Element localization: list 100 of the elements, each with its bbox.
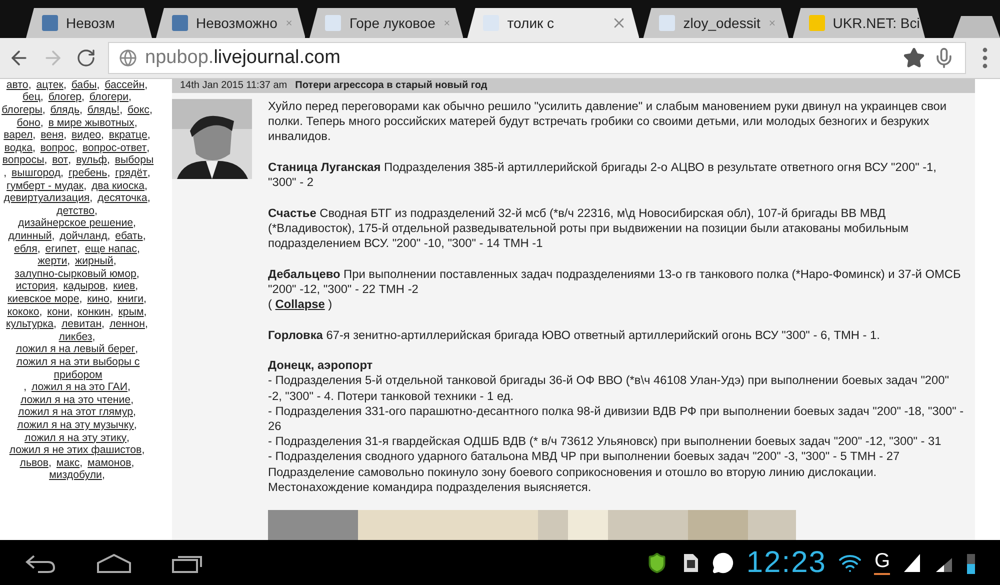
home-icon[interactable] xyxy=(96,552,132,574)
new-tab-button[interactable] xyxy=(953,16,1000,38)
tag-link[interactable]: бабы xyxy=(71,78,97,92)
tag-link[interactable]: ложил я на это чтение xyxy=(20,394,131,406)
browser-tab[interactable]: Невозможно xyxy=(156,8,306,38)
tag-separator: , xyxy=(134,116,138,129)
tag-link[interactable]: египет xyxy=(45,242,78,256)
tag-link[interactable]: киевское море xyxy=(8,292,80,306)
tag-link[interactable]: левитан xyxy=(61,318,102,331)
tag-link[interactable]: ацтек xyxy=(36,78,64,92)
tag-link[interactable]: водка xyxy=(4,142,32,154)
tag-separator: , xyxy=(74,142,78,154)
tag-link[interactable]: гребень xyxy=(68,167,108,180)
tag-link[interactable]: вышгород xyxy=(12,167,61,180)
tag-separator: , xyxy=(70,306,73,318)
tag-link[interactable]: крым xyxy=(118,306,144,318)
tag-link[interactable]: бокс xyxy=(127,104,150,117)
clock: 12:23 xyxy=(746,546,826,580)
tag-link[interactable]: блядь xyxy=(50,104,80,117)
tag-separator: , xyxy=(54,318,56,330)
tag-link[interactable]: выборы xyxy=(114,154,154,168)
tag-link[interactable]: кококо xyxy=(7,306,40,318)
menu-icon[interactable] xyxy=(982,46,988,69)
tag-link[interactable]: вопросы xyxy=(2,154,44,168)
url-text: livejournal.com xyxy=(214,46,340,69)
tag-link[interactable]: веня xyxy=(40,129,64,142)
tag-link[interactable]: бец xyxy=(22,91,40,104)
tag-link[interactable]: дойчланд xyxy=(60,230,108,243)
tag-link[interactable]: мамонов xyxy=(88,456,132,470)
tag-link[interactable]: миздобули xyxy=(49,469,102,482)
collapse-link[interactable]: Collapse xyxy=(275,297,325,312)
tag-link[interactable]: десяточка xyxy=(98,192,148,205)
tag-link[interactable]: еще напас xyxy=(84,242,137,256)
browser-tab[interactable]: zloy_odessit xyxy=(643,8,789,38)
address-field[interactable]: npubop.livejournal.com xyxy=(108,42,966,74)
tag-link[interactable]: вопрос xyxy=(40,142,75,154)
tag-link[interactable]: леннон xyxy=(109,318,145,331)
tag-link[interactable]: ложил я на эту этику xyxy=(24,432,126,444)
tag-link[interactable]: дизайнерское решение xyxy=(18,217,134,230)
tag-link[interactable]: боно xyxy=(16,116,40,130)
tag-link[interactable]: макс xyxy=(56,456,80,470)
tag-link[interactable]: ложил я на левый берег xyxy=(16,343,136,356)
tag-link[interactable]: ебля xyxy=(14,242,38,256)
tag-link[interactable]: кадыров xyxy=(63,280,106,293)
tag-link[interactable]: кони xyxy=(47,306,70,318)
tag-link[interactable]: длинный xyxy=(8,230,52,243)
tag-link[interactable]: ложил я не этих фашистов xyxy=(9,444,142,457)
tag-link[interactable]: книги xyxy=(117,292,144,306)
tag-link[interactable]: блядь! xyxy=(87,104,120,117)
tag-link[interactable]: кино xyxy=(87,292,110,306)
tag-link[interactable]: культурка xyxy=(6,318,54,331)
tag-separator: , xyxy=(126,432,130,444)
tag-separator: , xyxy=(127,381,130,394)
tag-link[interactable]: львов xyxy=(20,456,48,470)
tag-separator: , xyxy=(149,104,152,116)
tag-link[interactable]: жерти xyxy=(38,255,68,268)
tag-separator: , xyxy=(113,255,116,268)
reload-icon[interactable] xyxy=(76,48,96,68)
tag-separator: , xyxy=(135,343,138,356)
browser-tab[interactable]: толик с xyxy=(467,8,640,38)
tag-link[interactable]: девиртуализация xyxy=(4,192,90,205)
tag-link[interactable]: блогери xyxy=(89,91,129,104)
tag-link[interactable]: бассейн xyxy=(104,78,145,92)
tag-link[interactable]: авто xyxy=(6,78,28,92)
tag-link[interactable]: грядёт xyxy=(115,167,148,180)
tag-link[interactable]: ложил я на это ГАИ xyxy=(31,381,128,394)
tag-link[interactable]: ликбез xyxy=(58,330,92,344)
tag-link[interactable]: ложил я на эту музычку xyxy=(17,418,134,432)
tag-link[interactable]: вкратце xyxy=(108,129,148,142)
tag-link[interactable]: жирный xyxy=(75,255,114,268)
tag-separator: , xyxy=(144,78,148,91)
tag-link[interactable]: видео xyxy=(71,129,101,142)
browser-tab[interactable]: Горе луковое xyxy=(309,8,464,38)
tag-link[interactable]: два киоска xyxy=(91,180,144,192)
tag-link[interactable]: ложил я на этот глямур xyxy=(18,406,133,419)
tag-link[interactable]: история xyxy=(16,280,56,293)
tag-link[interactable]: киев xyxy=(113,280,136,293)
tag-link[interactable]: залупно-сырковый юмор xyxy=(14,268,136,280)
tag-separator: , xyxy=(32,142,36,154)
tag-link[interactable]: блогеры xyxy=(2,104,42,117)
browser-tab[interactable]: Невозм xyxy=(26,8,152,38)
tag-link[interactable]: ебать xyxy=(115,230,143,243)
tag-separator: , xyxy=(64,129,67,142)
tag-link[interactable]: гумберт - мудак xyxy=(6,180,84,192)
tag-link[interactable]: блогер xyxy=(48,91,82,104)
browser-tab[interactable]: UKR.NET: Всі xyxy=(792,8,926,38)
tag-link[interactable]: детство xyxy=(56,204,95,218)
tag-link[interactable]: вульф xyxy=(76,154,107,168)
tag-link[interactable]: варел xyxy=(4,129,33,142)
tag-separator: , xyxy=(106,154,110,166)
parenthesis: ( xyxy=(268,297,272,312)
tag-separator: , xyxy=(90,192,93,204)
tag-link[interactable]: вопрос-ответ xyxy=(82,142,147,154)
tag-link[interactable]: в мире жывотных xyxy=(48,116,134,130)
star-icon[interactable] xyxy=(903,46,925,69)
globe-icon xyxy=(119,48,137,67)
tag-separator: , xyxy=(147,129,150,142)
tag-link[interactable]: вот xyxy=(52,154,68,168)
tag-link[interactable]: конкин xyxy=(77,306,110,318)
tag-separator: , xyxy=(131,456,134,469)
